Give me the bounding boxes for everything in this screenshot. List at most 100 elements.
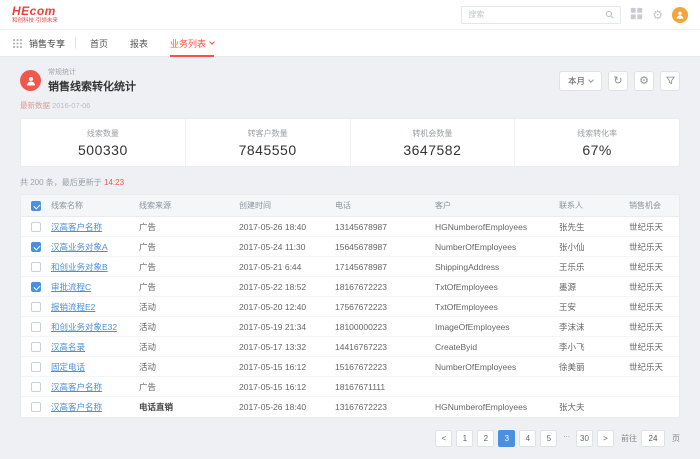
row-checkbox[interactable] bbox=[31, 322, 41, 332]
contact-name: 张小仙 bbox=[559, 241, 629, 253]
page-button[interactable]: 1 bbox=[456, 430, 473, 447]
lead-name-link[interactable]: 和创业务对象E32 bbox=[51, 321, 139, 333]
contact-name: 王安 bbox=[559, 301, 629, 313]
row-checkbox[interactable] bbox=[31, 242, 41, 252]
goto-label: 前往 bbox=[621, 433, 637, 444]
customer-name: NumberOfEmployees bbox=[435, 362, 559, 372]
report-title-block: 常规统计 销售线索转化统计 bbox=[20, 67, 136, 94]
latest-data-line: 最新数据 2016-07-06 bbox=[20, 100, 680, 111]
search-box[interactable] bbox=[461, 6, 621, 24]
sales-opportunity: 世纪乐天 bbox=[629, 221, 679, 233]
table-row: 和创业务对象E32活动2017-05-19 21:3418100000223Im… bbox=[21, 317, 679, 337]
lead-name-link[interactable]: 审批流程C bbox=[51, 281, 139, 293]
lead-name-link[interactable]: 汉高客户名称 bbox=[51, 221, 139, 233]
row-checkbox[interactable] bbox=[31, 282, 41, 292]
lead-source: 活动 bbox=[139, 361, 239, 373]
stat-value: 500330 bbox=[78, 142, 128, 158]
lead-source: 广告 bbox=[139, 381, 239, 393]
column-header: 创建时间 bbox=[239, 200, 335, 211]
filter-button[interactable] bbox=[660, 71, 680, 91]
page-numbers: 12345...30 bbox=[456, 430, 593, 447]
sales-opportunity: 世纪乐天 bbox=[629, 261, 679, 273]
prev-page-button[interactable]: < bbox=[435, 430, 452, 447]
stat-label: 转机会数量 bbox=[412, 128, 452, 139]
table-row: 汉高客户名称广告2017-05-26 18:4013145678987HGNum… bbox=[21, 217, 679, 237]
row-checkbox[interactable] bbox=[31, 402, 41, 412]
navbar: 销售专享 首页 报表 业务列表 bbox=[0, 30, 700, 57]
page-button[interactable]: 30 bbox=[576, 430, 593, 447]
lead-source: 电话直销 bbox=[139, 401, 239, 413]
customer-name: TxtOfEmployees bbox=[435, 282, 559, 292]
page-button[interactable]: 2 bbox=[477, 430, 494, 447]
pagination: < 12345...30 > 前往 页 bbox=[20, 430, 680, 447]
search-icon[interactable] bbox=[605, 10, 620, 19]
table-row: 汉高业务对象A广告2017-05-24 11:3015645678987Numb… bbox=[21, 237, 679, 257]
customer-name: CreateByid bbox=[435, 342, 559, 352]
list-count-text: 共 200 条，最后更新于 bbox=[20, 178, 104, 187]
contact-name: 王乐乐 bbox=[559, 261, 629, 273]
menu-grid-icon[interactable] bbox=[12, 38, 23, 49]
row-checkbox[interactable] bbox=[31, 262, 41, 272]
row-checkbox[interactable] bbox=[31, 222, 41, 232]
page-button[interactable]: 4 bbox=[519, 430, 536, 447]
lead-name-link[interactable]: 和创业务对象B bbox=[51, 261, 139, 273]
sales-opportunity: 世纪乐天 bbox=[629, 361, 679, 373]
stat-value: 3647582 bbox=[403, 142, 461, 158]
contact-name: 徐美丽 bbox=[559, 361, 629, 373]
lead-name-link[interactable]: 报销流程E2 bbox=[51, 301, 139, 313]
logo-slogan: 和创科技·引领未来 bbox=[12, 18, 58, 24]
customer-name: TxtOfEmployees bbox=[435, 302, 559, 312]
lead-name-link[interactable]: 汉高名录 bbox=[51, 341, 139, 353]
sales-opportunity: 世纪乐天 bbox=[629, 281, 679, 293]
table-row: 审批流程C广告2017-05-22 18:5218167672223TxtOfE… bbox=[21, 277, 679, 297]
created-time: 2017-05-15 16:12 bbox=[239, 362, 335, 372]
apps-grid-icon[interactable] bbox=[630, 7, 643, 22]
goto-page-input[interactable] bbox=[641, 430, 665, 447]
settings-button[interactable]: ⚙ bbox=[634, 71, 654, 91]
table-row: 汉高名录活动2017-05-17 13:3214416767223CreateB… bbox=[21, 337, 679, 357]
customer-name: ImageOfEmployees bbox=[435, 322, 559, 332]
lead-name-link[interactable]: 固定电话 bbox=[51, 361, 139, 373]
period-label: 本月 bbox=[568, 75, 585, 87]
nav-item-label: 首页 bbox=[90, 37, 108, 50]
stat-opportunities: 转机会数量 3647582 bbox=[350, 119, 515, 166]
lead-name-link[interactable]: 汉高客户名称 bbox=[51, 401, 139, 413]
column-header: 客户 bbox=[435, 200, 559, 211]
chevron-down-icon bbox=[209, 39, 215, 45]
gear-icon[interactable]: ⚙ bbox=[652, 9, 663, 21]
stat-label: 线索数量 bbox=[87, 128, 119, 139]
report-person-icon bbox=[20, 70, 41, 91]
nav-item-home[interactable]: 首页 bbox=[90, 30, 108, 57]
next-page-button[interactable]: > bbox=[597, 430, 614, 447]
contact-name: 张先生 bbox=[559, 221, 629, 233]
table-header: 线索名称 线索来源 创建时间 电话 客户 联系人 销售机会 bbox=[21, 195, 679, 217]
row-checkbox[interactable] bbox=[31, 342, 41, 352]
page-button[interactable]: 5 bbox=[540, 430, 557, 447]
workspace-name: 销售专享 bbox=[29, 37, 65, 50]
row-checkbox[interactable] bbox=[31, 382, 41, 392]
row-checkbox[interactable] bbox=[31, 362, 41, 372]
stat-value: 67% bbox=[582, 142, 612, 158]
lead-name-link[interactable]: 汉高业务对象A bbox=[51, 241, 139, 253]
select-all-checkbox[interactable] bbox=[31, 201, 41, 211]
customer-name: HGNumberofEmployees bbox=[435, 402, 559, 412]
contact-name: 墨源 bbox=[559, 281, 629, 293]
column-header: 联系人 bbox=[559, 200, 629, 211]
created-time: 2017-05-26 18:40 bbox=[239, 222, 335, 232]
nav-item-reports[interactable]: 报表 bbox=[130, 30, 148, 57]
column-header: 线索名称 bbox=[51, 200, 139, 211]
contact-name: 李小飞 bbox=[559, 341, 629, 353]
search-input[interactable] bbox=[462, 10, 605, 19]
period-select[interactable]: 本月 bbox=[559, 71, 602, 91]
phone-number: 13167672223 bbox=[335, 402, 435, 412]
nav-item-business-list[interactable]: 业务列表 bbox=[170, 30, 214, 57]
table-row: 报销流程E2活动2017-05-20 12:4017567672223TxtOf… bbox=[21, 297, 679, 317]
page-button[interactable]: 3 bbox=[498, 430, 515, 447]
row-checkbox[interactable] bbox=[31, 302, 41, 312]
user-avatar[interactable] bbox=[672, 7, 688, 23]
lead-name-link[interactable]: 汉高客户名称 bbox=[51, 381, 139, 393]
created-time: 2017-05-20 12:40 bbox=[239, 302, 335, 312]
refresh-button[interactable]: ↻ bbox=[608, 71, 628, 91]
stat-value: 7845550 bbox=[239, 142, 297, 158]
topbar: HEcom 和创科技·引领未来 ⚙ bbox=[0, 0, 700, 30]
